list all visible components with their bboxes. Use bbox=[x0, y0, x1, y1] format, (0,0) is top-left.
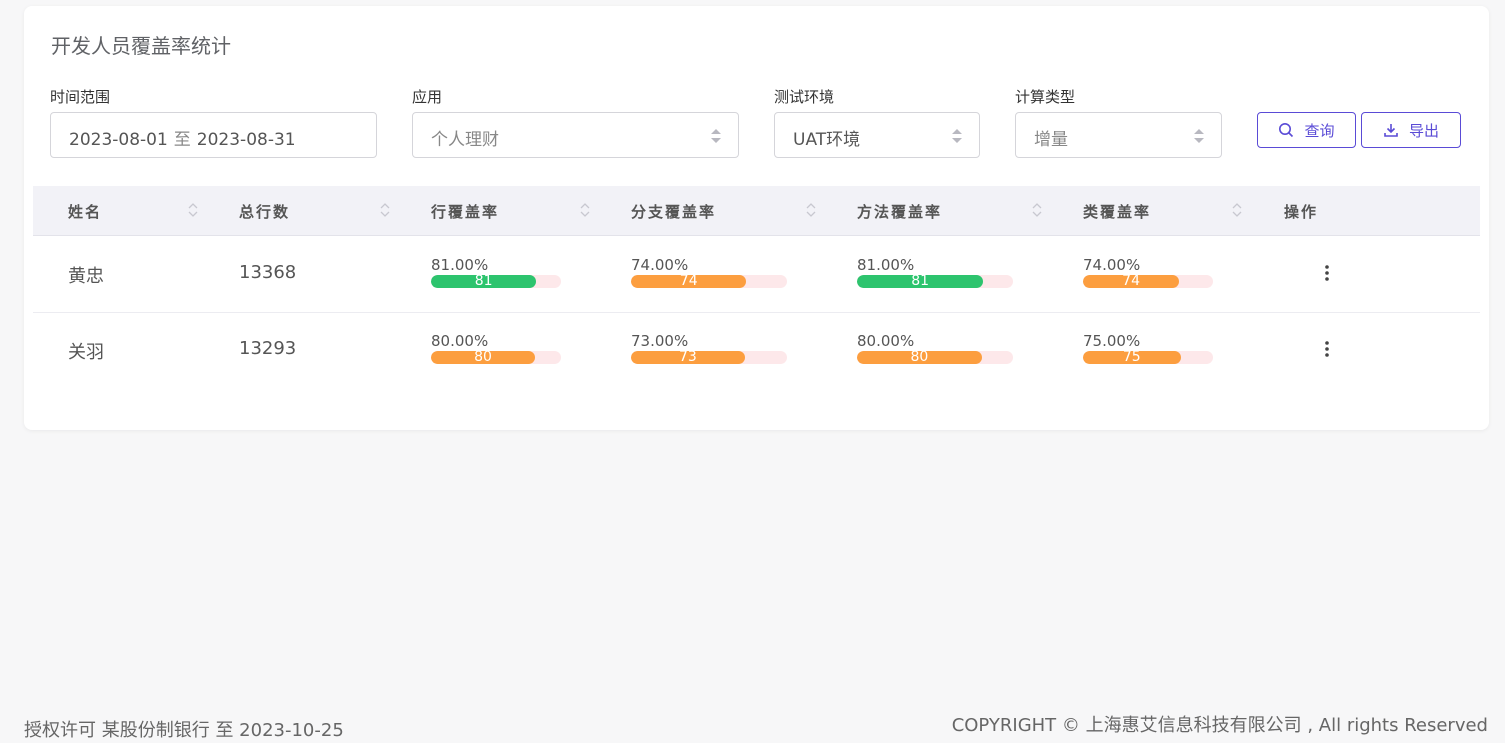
env-select-value: UAT环境 bbox=[793, 130, 861, 150]
total-lines: 13293 bbox=[239, 338, 297, 359]
select-arrows-icon bbox=[1194, 129, 1204, 143]
coverage-bar-fill: 74 bbox=[1083, 275, 1180, 288]
coverage-bar-track: 74 bbox=[631, 275, 787, 288]
coverage-bar-fill: 81 bbox=[857, 275, 984, 288]
select-arrows-icon bbox=[711, 129, 721, 143]
query-button[interactable]: 查询 bbox=[1257, 112, 1356, 148]
app-select-placeholder: 个人理财 bbox=[431, 130, 499, 150]
coverage-bar-track: 80 bbox=[431, 351, 561, 364]
coverage-percent: 80.00% bbox=[857, 332, 915, 350]
developer-name: 关羽 bbox=[68, 342, 104, 363]
coverage-percent: 75.00% bbox=[1083, 332, 1141, 350]
branch-coverage-cell: 73.00% 73 bbox=[631, 332, 787, 364]
coverage-percent: 80.00% bbox=[431, 332, 489, 350]
class-coverage-cell: 74.00% 74 bbox=[1083, 256, 1213, 288]
total-lines: 13368 bbox=[239, 262, 297, 283]
coverage-percent: 73.00% bbox=[631, 332, 689, 350]
coverage-bar-fill: 81 bbox=[431, 275, 537, 288]
line-coverage-cell: 81.00% 81 bbox=[431, 256, 561, 288]
coverage-bar-label: 81 bbox=[474, 275, 493, 288]
table-row: 黄忠 13368 81.00% 81 74.00% 74 81.00% 81 7… bbox=[33, 236, 1480, 313]
env-label: 测试环境 bbox=[774, 88, 835, 106]
coverage-bar-track: 73 bbox=[631, 351, 787, 364]
coverage-percent: 74.00% bbox=[631, 256, 689, 274]
end-date: 2023-08-31 bbox=[196, 130, 296, 150]
more-actions-icon[interactable] bbox=[1324, 340, 1330, 358]
coverage-bar-fill: 80 bbox=[857, 351, 982, 364]
more-actions-icon[interactable] bbox=[1324, 264, 1330, 282]
sort-icon[interactable] bbox=[187, 201, 199, 219]
column-actions: 操作 bbox=[1284, 203, 1319, 221]
column-name[interactable]: 姓名 bbox=[68, 201, 102, 222]
column-branch-coverage[interactable]: 分支覆盖率 bbox=[631, 201, 716, 222]
copyright-info: COPYRIGHT © 上海惠艾信息科技有限公司 , All rights Re… bbox=[951, 715, 1488, 736]
class-coverage-cell: 75.00% 75 bbox=[1083, 332, 1213, 364]
sort-icon[interactable] bbox=[379, 201, 391, 219]
coverage-bar-fill: 73 bbox=[631, 351, 745, 364]
coverage-bar-label: 80 bbox=[474, 351, 492, 364]
coverage-bar-track: 81 bbox=[857, 275, 1013, 288]
column-method-coverage[interactable]: 方法覆盖率 bbox=[857, 201, 942, 222]
sort-icon[interactable] bbox=[579, 201, 591, 219]
coverage-bar-label: 81 bbox=[911, 275, 930, 288]
coverage-bar-label: 75 bbox=[1122, 351, 1141, 364]
coverage-bar-track: 75 bbox=[1083, 351, 1213, 364]
env-select[interactable]: UAT环境 bbox=[774, 112, 980, 158]
coverage-bar-label: 73 bbox=[679, 351, 697, 364]
page-title: 开发人员覆盖率统计 bbox=[51, 34, 231, 58]
date-range-value: 2023-08-01 至 2023-08-31 bbox=[69, 125, 296, 150]
column-line-coverage[interactable]: 行覆盖率 bbox=[431, 201, 499, 222]
coverage-bar-track: 80 bbox=[857, 351, 1013, 364]
calc-type-label: 计算类型 bbox=[1015, 88, 1076, 106]
method-coverage-cell: 81.00% 81 bbox=[857, 256, 1013, 288]
coverage-bar-track: 81 bbox=[431, 275, 561, 288]
calc-type-select[interactable]: 增量 bbox=[1015, 112, 1222, 158]
license-info: 授权许可 某股份制银行 至 2023-10-25 bbox=[24, 720, 344, 741]
coverage-percent: 74.00% bbox=[1083, 256, 1141, 274]
search-icon bbox=[1279, 123, 1294, 138]
coverage-bar-track: 74 bbox=[1083, 275, 1213, 288]
calc-type-placeholder: 增量 bbox=[1034, 130, 1068, 150]
app-select[interactable]: 个人理财 bbox=[412, 112, 739, 158]
table-row: 关羽 13293 80.00% 80 73.00% 73 80.00% 80 7… bbox=[33, 312, 1480, 388]
export-button-label: 导出 bbox=[1408, 121, 1439, 140]
branch-coverage-cell: 74.00% 74 bbox=[631, 256, 787, 288]
sort-icon[interactable] bbox=[1231, 201, 1243, 219]
date-range-picker[interactable]: 2023-08-01 至 2023-08-31 bbox=[50, 112, 377, 158]
sort-icon[interactable] bbox=[805, 201, 817, 219]
coverage-bar-fill: 80 bbox=[431, 351, 535, 364]
download-icon bbox=[1384, 124, 1398, 137]
column-total-lines[interactable]: 总行数 bbox=[239, 201, 290, 222]
select-arrows-icon bbox=[952, 129, 962, 143]
column-class-coverage[interactable]: 类覆盖率 bbox=[1083, 201, 1151, 222]
coverage-bar-fill: 75 bbox=[1083, 351, 1181, 364]
time-range-label: 时间范围 bbox=[50, 88, 111, 106]
developer-name: 黄忠 bbox=[68, 266, 104, 287]
coverage-percent: 81.00% bbox=[431, 256, 489, 274]
line-coverage-cell: 80.00% 80 bbox=[431, 332, 561, 364]
table-header: 姓名 总行数 行覆盖率 分支覆盖率 方法覆盖率 类覆盖率 操作 bbox=[33, 186, 1480, 236]
method-coverage-cell: 80.00% 80 bbox=[857, 332, 1013, 364]
coverage-bar-label: 74 bbox=[679, 275, 698, 288]
coverage-bar-label: 80 bbox=[910, 351, 929, 364]
app-label: 应用 bbox=[412, 88, 443, 106]
coverage-bar-fill: 74 bbox=[631, 275, 747, 288]
range-separator: 至 bbox=[173, 130, 191, 150]
coverage-bar-label: 74 bbox=[1122, 275, 1140, 288]
coverage-percent: 81.00% bbox=[857, 256, 915, 274]
coverage-card: 开发人员覆盖率统计 时间范围 2023-08-01 至 2023-08-31 应用 … bbox=[24, 6, 1489, 430]
sort-icon[interactable] bbox=[1031, 201, 1043, 219]
query-button-label: 查询 bbox=[1304, 121, 1335, 140]
export-button[interactable]: 导出 bbox=[1361, 112, 1461, 148]
start-date: 2023-08-01 bbox=[69, 130, 168, 150]
